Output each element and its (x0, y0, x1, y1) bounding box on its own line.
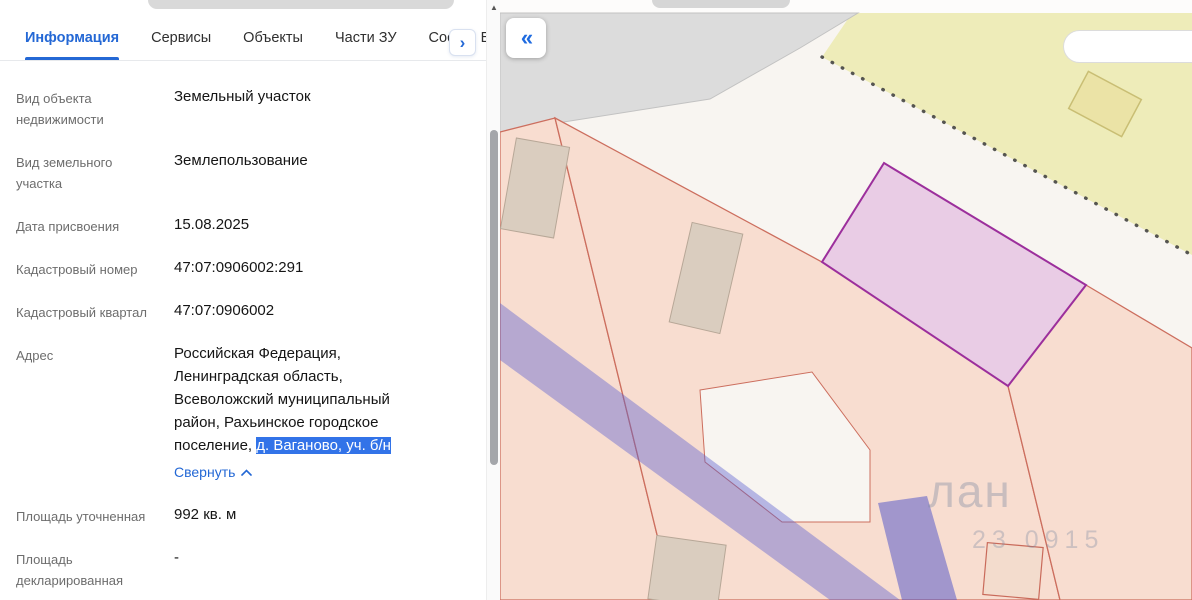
cadastral-map[interactable]: лан 23 0915 « (500, 0, 1192, 600)
field-label: Дата присвоения (16, 219, 120, 234)
field-value: 992 кв. м (174, 506, 237, 523)
panel-tabs: Информация Сервисы Объекты Части ЗУ Сост… (0, 0, 486, 61)
map-canvas[interactable] (500, 0, 1192, 600)
field-assignment-date: Дата присвоения 15.08.2025 (16, 213, 470, 237)
panel-scrollbar[interactable]: ▲ (486, 0, 500, 600)
cadastral-app: Информация Сервисы Объекты Части ЗУ Сост… (0, 0, 1192, 600)
field-value: 47:07:0906002:291 (174, 259, 304, 276)
field-object-kind: Вид объекта недвижимости Земельный участ… (16, 85, 470, 130)
collapse-panel-button[interactable]: « (506, 18, 546, 58)
field-parcel-kind: Вид земельного участка Землепользование (16, 149, 470, 194)
field-value: Земельный участок (174, 88, 311, 105)
tabs-overflow-button[interactable]: › (449, 29, 476, 56)
chevron-right-icon: › (459, 32, 466, 52)
field-cadastral-quarter: Кадастровый квартал 47:07:0906002 (16, 299, 470, 323)
field-area-refined: Площадь уточненная 992 кв. м (16, 503, 470, 527)
info-panel: Информация Сервисы Объекты Части ЗУ Сост… (0, 0, 486, 600)
field-value: Российская Федерация, Ленинградская обла… (174, 342, 428, 484)
address-selected-text: д. Ваганово, уч. б/н (256, 437, 391, 454)
field-cadastral-number: Кадастровый номер 47:07:0906002:291 (16, 256, 470, 280)
chevron-up-icon (241, 469, 253, 476)
field-label: Кадастровый номер (16, 262, 138, 277)
parcel-details: Вид объекта недвижимости Земельный участ… (0, 85, 486, 600)
scrollbar-thumb[interactable] (490, 130, 498, 465)
map-search-input[interactable] (1063, 30, 1192, 63)
collapse-address-link[interactable]: Свернуть (174, 461, 253, 484)
double-chevron-left-icon: « (520, 25, 533, 50)
field-address: Адрес Российская Федерация, Ленинградска… (16, 342, 470, 484)
field-value: 47:07:0906002 (174, 302, 275, 319)
collapse-label: Свернуть (174, 464, 236, 480)
field-label: Кадастровый квартал (16, 305, 147, 320)
field-label: Вид земельного участка (16, 155, 113, 191)
building-footprint (647, 534, 727, 600)
building-footprint (982, 542, 1044, 600)
field-value: - (174, 549, 179, 566)
tab-parcel-parts[interactable]: Части ЗУ (335, 30, 397, 60)
scroll-up-icon[interactable]: ▲ (487, 3, 501, 12)
field-area-declared: Площадь декларированная - (16, 546, 470, 591)
field-label: Адрес (16, 348, 54, 363)
field-label: Вид объекта недвижимости (16, 91, 104, 127)
field-label: Площадь декларированная (16, 552, 124, 588)
field-value: Землепользование (174, 152, 308, 169)
map-top-band (500, 0, 1192, 13)
field-label: Площадь уточненная (16, 509, 146, 524)
tab-objects[interactable]: Объекты (243, 30, 303, 60)
map-toolbar-edge (652, 0, 790, 8)
tab-information[interactable]: Информация (25, 30, 120, 60)
tab-services[interactable]: Сервисы (151, 30, 211, 60)
field-value: 15.08.2025 (174, 216, 250, 233)
